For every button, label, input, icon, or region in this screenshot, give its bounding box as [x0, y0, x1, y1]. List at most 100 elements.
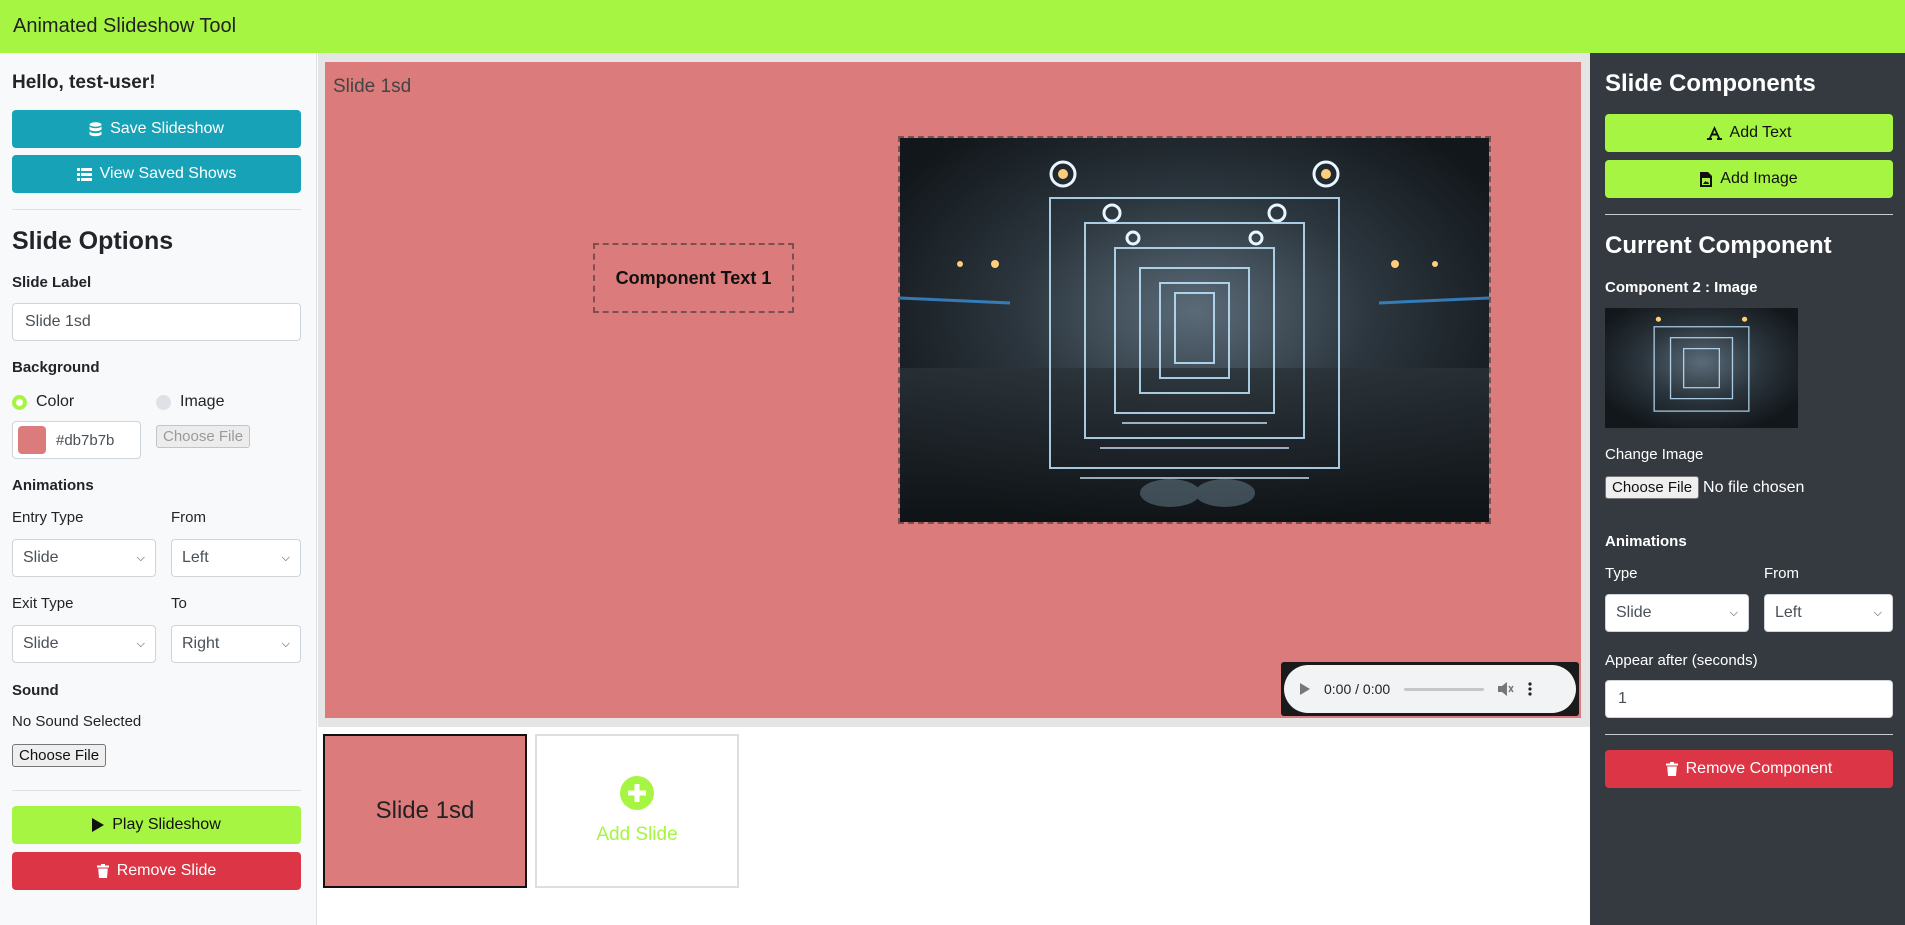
- chevron-down-icon: ⌵: [281, 551, 290, 564]
- bg-image-choose-file[interactable]: Choose File: [156, 425, 251, 448]
- from-label: From: [171, 509, 206, 526]
- right-sidebar: Slide Components Add Text Add Image Curr…: [1590, 53, 1905, 925]
- component-image-preview: [1605, 308, 1798, 428]
- divider: [1605, 214, 1893, 215]
- corridor-image: [900, 138, 1489, 522]
- type-label: Type: [1605, 565, 1638, 582]
- trash-icon: [96, 864, 109, 878]
- appear-after-input[interactable]: 1: [1605, 680, 1893, 718]
- background-label: Background: [12, 359, 100, 376]
- save-slideshow-button[interactable]: Save Slideshow: [12, 110, 301, 148]
- play-slideshow-label: Play Slideshow: [112, 816, 221, 833]
- divider: [12, 209, 301, 210]
- play-icon[interactable]: [1300, 683, 1310, 695]
- from-value: Left: [182, 549, 209, 566]
- chevron-down-icon: ⌵: [281, 637, 290, 650]
- slide-thumbnail[interactable]: Slide 1sd: [323, 734, 527, 888]
- bg-image-option-label: Image: [180, 393, 225, 410]
- add-slide-button[interactable]: Add Slide: [535, 734, 739, 888]
- play-slideshow-button[interactable]: Play Slideshow: [12, 806, 301, 844]
- sound-choose-file[interactable]: Choose File: [12, 744, 107, 767]
- add-image-button[interactable]: Add Image: [1605, 160, 1893, 198]
- left-sidebar: Hello, test-user! Save Slideshow View Sa…: [0, 53, 317, 925]
- component-from-label: From: [1764, 565, 1799, 582]
- view-saved-shows-button[interactable]: View Saved Shows: [12, 155, 301, 193]
- entry-type-label: Entry Type: [12, 509, 84, 526]
- bg-color-radio-group[interactable]: Color: [12, 393, 74, 411]
- image-component[interactable]: [898, 136, 1491, 524]
- plus-circle-icon: [620, 776, 654, 810]
- add-slide-label: Add Slide: [596, 824, 678, 845]
- bg-color-value: #db7b7b: [56, 431, 115, 449]
- audio-time: 0:00 / 0:00: [1324, 681, 1391, 697]
- more-options-icon[interactable]: [1528, 682, 1532, 696]
- bg-color-picker[interactable]: #db7b7b: [12, 421, 141, 459]
- component-title: Component 2 : Image: [1605, 279, 1758, 296]
- component-from-value: Left: [1775, 604, 1802, 621]
- audio-player[interactable]: 0:00 / 0:00: [1281, 662, 1579, 716]
- from-select[interactable]: Left ⌵: [171, 539, 301, 577]
- corridor-thumbnail: [1605, 308, 1798, 428]
- view-saved-shows-label: View Saved Shows: [99, 165, 237, 182]
- remove-slide-button[interactable]: Remove Slide: [12, 852, 301, 890]
- image-file-icon: [1700, 171, 1713, 187]
- to-label: To: [171, 595, 187, 612]
- slide-components-heading: Slide Components: [1605, 70, 1816, 97]
- app-header: Animated Slideshow Tool: [0, 0, 1905, 53]
- database-icon: [89, 121, 102, 136]
- to-select[interactable]: Right ⌵: [171, 625, 301, 663]
- bg-image-radio[interactable]: [156, 394, 171, 410]
- font-icon: [1706, 126, 1722, 140]
- component-animations-label: Animations: [1605, 533, 1687, 550]
- remove-component-label: Remove Component: [1685, 760, 1833, 777]
- current-component-heading: Current Component: [1605, 232, 1832, 259]
- exit-type-value: Slide: [23, 635, 59, 652]
- bg-image-radio-group[interactable]: Image: [156, 393, 224, 411]
- greeting: Hello, test-user!: [12, 72, 156, 93]
- entry-type-select[interactable]: Slide ⌵: [12, 539, 156, 577]
- stage-container: Slide 1sd Component Text 1 0:00 / 0:00: [318, 53, 1590, 727]
- exit-type-label: Exit Type: [12, 595, 74, 612]
- slide-options-heading: Slide Options: [12, 227, 174, 255]
- bg-color-option-label: Color: [36, 393, 75, 410]
- exit-type-select[interactable]: Slide ⌵: [12, 625, 156, 663]
- add-text-label: Add Text: [1729, 124, 1792, 141]
- app-title: Animated Slideshow Tool: [13, 15, 237, 37]
- text-component[interactable]: Component Text 1: [593, 243, 794, 313]
- divider: [1605, 734, 1893, 735]
- animations-label: Animations: [12, 477, 94, 494]
- add-text-button[interactable]: Add Text: [1605, 114, 1893, 152]
- appear-after-label: Appear after (seconds): [1605, 652, 1758, 669]
- chevron-down-icon: ⌵: [1729, 606, 1738, 619]
- component-type-value: Slide: [1616, 604, 1652, 621]
- chevron-down-icon: ⌵: [136, 637, 145, 650]
- slide-stage[interactable]: Slide 1sd Component Text 1 0:00 / 0:00: [325, 62, 1581, 718]
- no-file-chosen: No file chosen: [1703, 478, 1805, 496]
- entry-type-value: Slide: [23, 549, 59, 566]
- change-image-choose-file[interactable]: Choose File: [1605, 476, 1700, 499]
- audio-progress-bar[interactable]: [1404, 687, 1485, 691]
- save-slideshow-label: Save Slideshow: [110, 120, 224, 137]
- change-image-label: Change Image: [1605, 446, 1704, 463]
- slide-label-input[interactable]: Slide 1sd: [12, 303, 301, 341]
- bg-color-radio[interactable]: [12, 394, 27, 410]
- remove-component-button[interactable]: Remove Component: [1605, 750, 1893, 788]
- sound-status: No Sound Selected: [12, 713, 142, 730]
- play-icon: [92, 818, 105, 832]
- divider: [12, 790, 301, 791]
- remove-slide-label: Remove Slide: [116, 862, 217, 879]
- editor-area: Slide 1sd Component Text 1 0:00 / 0:00 S…: [318, 53, 1590, 925]
- component-from-select[interactable]: Left ⌵: [1764, 594, 1893, 632]
- stage-slide-label: Slide 1sd: [333, 76, 412, 97]
- slide-label-label: Slide Label: [12, 274, 92, 291]
- chevron-down-icon: ⌵: [1873, 606, 1882, 619]
- component-type-select[interactable]: Slide ⌵: [1605, 594, 1749, 632]
- to-value: Right: [182, 635, 220, 652]
- color-swatch: [18, 426, 46, 454]
- change-image-file-input[interactable]: Choose File No file chosen: [1605, 476, 1804, 499]
- slide-thumbnail-label: Slide 1sd: [375, 797, 475, 824]
- add-image-label: Add Image: [1720, 170, 1798, 187]
- trash-icon: [1665, 762, 1678, 776]
- volume-icon[interactable]: [1498, 682, 1514, 696]
- sound-label: Sound: [12, 682, 59, 699]
